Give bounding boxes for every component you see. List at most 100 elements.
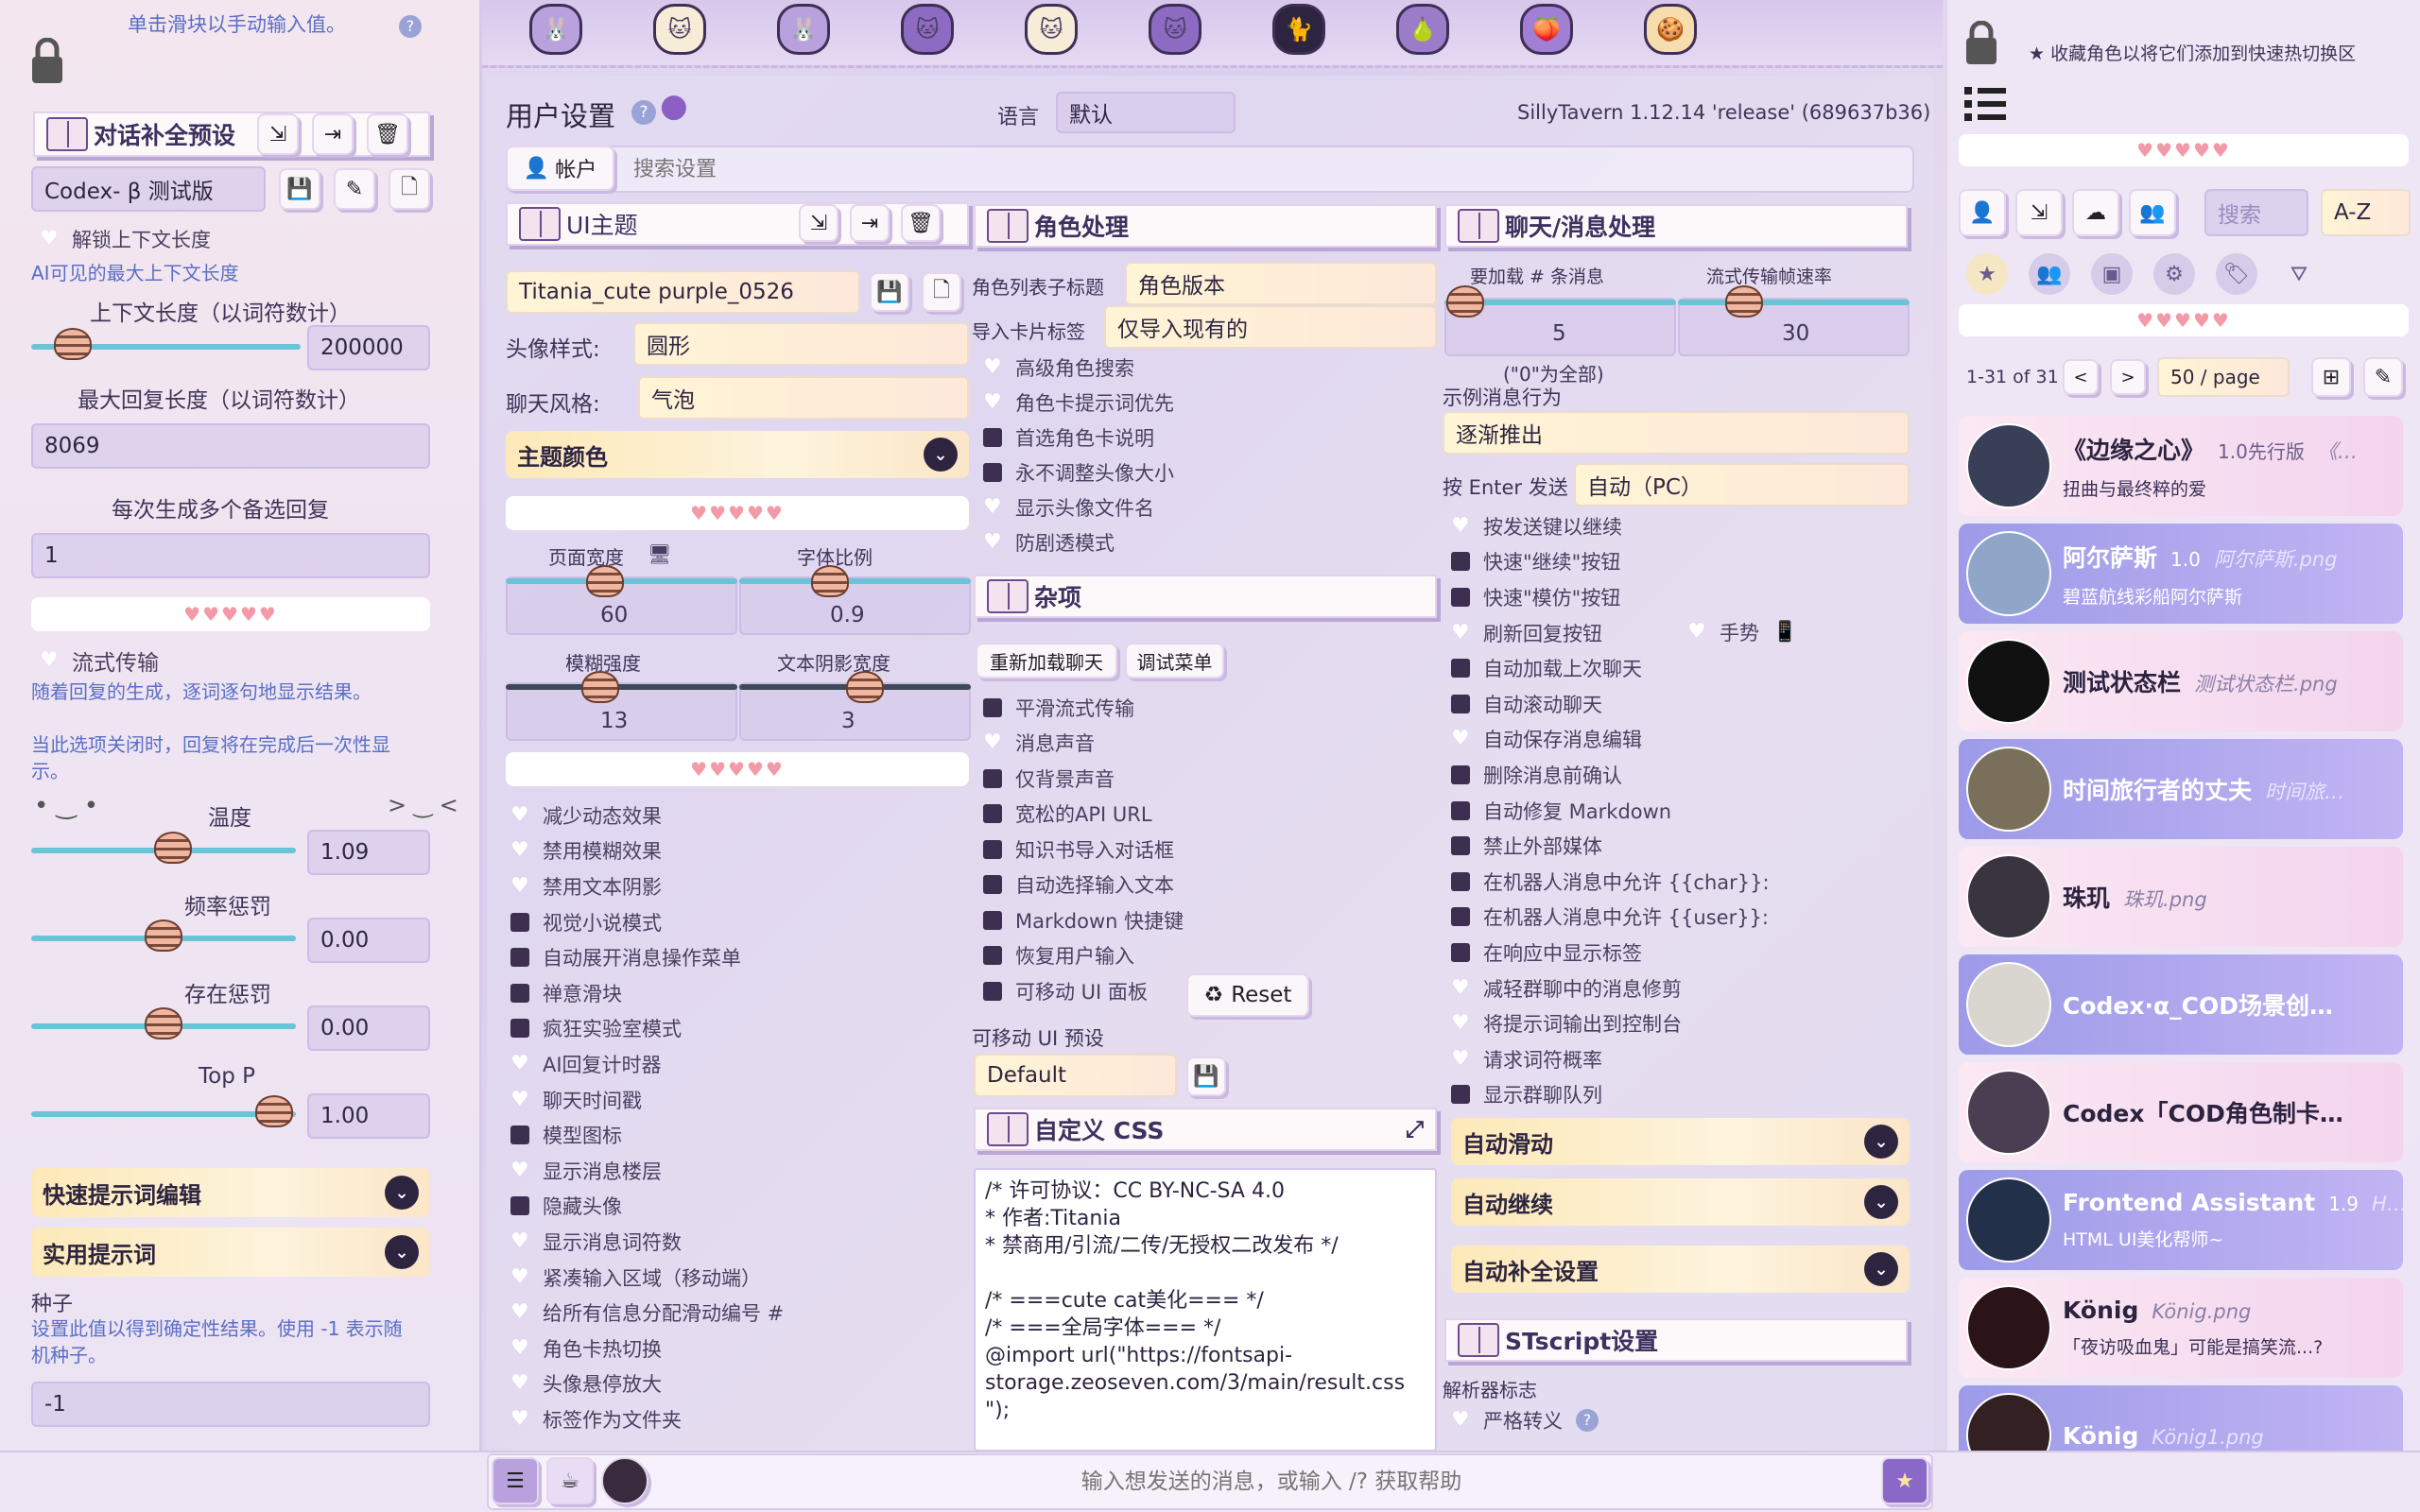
heart-checkbox[interactable]: ♥	[1451, 622, 1470, 643]
temp-knob[interactable]	[154, 832, 192, 864]
heart-checkbox[interactable]: ♥	[1451, 515, 1470, 536]
checkbox[interactable]	[983, 697, 1002, 717]
account-tab[interactable]: 👤 帐户	[506, 146, 614, 191]
multi-input[interactable]: 1	[31, 533, 430, 578]
quick-prompt-drawer[interactable]: 快速提示词编辑 ⌄	[31, 1168, 430, 1217]
option-row[interactable]: 自动加载上次聊天	[1451, 650, 1770, 686]
chevron-down-icon[interactable]: ⌄	[1864, 1125, 1898, 1159]
export-icon[interactable]: ⇥	[312, 113, 354, 155]
option-row[interactable]: 恢复用户输入	[983, 938, 1184, 974]
option-row[interactable]: ♥ 角色卡提示词优先	[983, 385, 1174, 420]
import-tags-select[interactable]: 仅导入现有的	[1104, 305, 1437, 349]
checkbox[interactable]	[983, 910, 1002, 930]
context-input[interactable]: 200000	[307, 325, 430, 370]
option-row[interactable]: 视觉小说模式	[510, 904, 784, 940]
heart-checkbox[interactable]: ♥	[510, 875, 529, 896]
checkbox[interactable]	[983, 462, 1002, 482]
option-row[interactable]: ♥ 消息声音	[983, 726, 1184, 762]
chevron-down-icon[interactable]: ⌄	[385, 1176, 419, 1210]
character-card[interactable]: 时间旅行者的丈夫 时间旅…	[1959, 739, 2403, 839]
shadow-knob[interactable]	[846, 671, 884, 703]
option-row[interactable]: 宽松的API URL	[983, 797, 1184, 833]
chevron-down-icon[interactable]: ⌄	[924, 438, 958, 472]
import-theme-icon[interactable]: ⇲	[799, 204, 838, 242]
chevron-down-icon[interactable]: ⌄	[385, 1235, 419, 1269]
import-file-icon[interactable]: ⇲	[2015, 189, 2063, 236]
option-row[interactable]: ♥ 角色卡热切换	[510, 1331, 784, 1366]
persona-icon[interactable]: 🍐	[1396, 4, 1449, 55]
auto-continue-drawer[interactable]: 自动继续 ⌄	[1451, 1178, 1910, 1226]
grid-view-icon[interactable]: ⊞	[2311, 357, 2351, 397]
api-connections-icon[interactable]: 🐱	[653, 4, 706, 55]
delete-icon[interactable]: 🗑	[367, 113, 408, 155]
chevron-down-icon[interactable]: ⌄	[1864, 1185, 1898, 1219]
option-row[interactable]: ♥ 头像悬停放大	[510, 1366, 784, 1402]
chat-input[interactable]	[662, 1460, 1881, 1503]
formatting-icon[interactable]: 🐰	[777, 4, 830, 55]
option-row[interactable]: 快速"模仿"按钮	[1451, 579, 1770, 615]
page-width-knob[interactable]	[586, 565, 624, 597]
drawer-icon[interactable]: 🍑	[1520, 4, 1573, 55]
option-row[interactable]: ♥ 自动保存消息编辑	[1451, 722, 1770, 758]
delete-theme-icon[interactable]: 🗑	[901, 204, 941, 242]
checkbox[interactable]	[510, 983, 529, 1003]
option-row[interactable]: 自动修复 Markdown	[1451, 793, 1770, 829]
heart-checkbox[interactable]: ♥	[40, 228, 59, 249]
checkbox[interactable]	[983, 981, 1002, 1001]
tags-filter-icon[interactable]: 🏷	[2216, 253, 2257, 295]
character-card[interactable]: Frontend Assistant 1.9 H… HTML UI美化帮师~	[1959, 1170, 2403, 1270]
character-card[interactable]: 阿尔萨斯 1.0 阿尔萨斯.png 碧蓝航线彩船阿尔萨斯	[1959, 524, 2403, 624]
font-scale-knob[interactable]	[811, 565, 849, 597]
enter-select[interactable]: 自动（PC）	[1574, 463, 1910, 507]
export-theme-icon[interactable]: ⇥	[850, 204, 890, 242]
heart-checkbox[interactable]: ♥	[40, 649, 59, 670]
options-menu-icon[interactable]: ☰	[492, 1457, 539, 1504]
option-row[interactable]: ♥ 显示头像文件名	[983, 490, 1174, 524]
fps-slider[interactable]	[1678, 300, 1910, 305]
option-row[interactable]: ♥ 请求词符概率	[1451, 1041, 1770, 1077]
persona-avatar[interactable]	[601, 1457, 648, 1504]
new-theme-icon[interactable]: 🗋	[922, 272, 961, 312]
create-group-icon[interactable]: 👥	[2129, 189, 2176, 236]
heart-checkbox[interactable]: ♥	[983, 732, 1002, 753]
pres-knob[interactable]	[145, 1007, 182, 1040]
checkbox[interactable]	[1451, 942, 1470, 962]
option-row[interactable]: 知识书导入对话框	[983, 832, 1184, 868]
reload-chat-button[interactable]: 重新加载聊天	[976, 643, 1117, 679]
option-row[interactable]: ♥ 高级角色搜索	[983, 350, 1174, 385]
cloud-download-icon[interactable]: ☁	[2072, 189, 2119, 236]
heart-checkbox[interactable]: ♥	[983, 496, 1002, 517]
menu-icon[interactable]	[1964, 85, 2006, 123]
option-row[interactable]: 模型图标	[510, 1117, 784, 1153]
theme-select[interactable]: Titania_cute purple_0526	[506, 270, 860, 314]
chevron-down-icon[interactable]: ⌄	[1864, 1252, 1898, 1286]
option-row[interactable]: ♥ 防剧透模式	[983, 524, 1174, 559]
heart-checkbox[interactable]: ♥	[1451, 729, 1470, 749]
heart-checkbox[interactable]: ♥	[510, 1230, 529, 1251]
character-card[interactable]: König König1.png	[1959, 1385, 2403, 1451]
heart-checkbox[interactable]: ♥	[1451, 1409, 1470, 1430]
checkbox[interactable]	[510, 1196, 529, 1216]
freq-input[interactable]: 0.00	[307, 918, 430, 963]
checkbox[interactable]	[510, 1125, 529, 1145]
blur-knob[interactable]	[581, 671, 619, 703]
heart-checkbox[interactable]: ♥	[510, 1266, 529, 1287]
send-icon[interactable]: ★	[1881, 1457, 1928, 1504]
save-icon[interactable]: 💾	[279, 168, 320, 210]
bulk-edit-icon[interactable]: ✎	[2363, 357, 2403, 397]
checkbox[interactable]	[983, 839, 1002, 859]
character-card[interactable]: König König.png 「夜访吸血鬼」可能是搞笑流...?	[1959, 1278, 2403, 1378]
option-row[interactable]: ♥ 给所有信息分配滑动编号 #	[510, 1295, 784, 1331]
autocomplete-drawer[interactable]: 自动补全设置 ⌄	[1451, 1246, 1910, 1293]
heart-checkbox[interactable]: ♥	[510, 1053, 529, 1074]
checkbox[interactable]	[1451, 871, 1470, 891]
option-row[interactable]: 禅意滑块	[510, 975, 784, 1011]
worldinfo-icon[interactable]: 🐱	[901, 4, 954, 55]
topp-knob[interactable]	[255, 1095, 293, 1127]
max-reply-input[interactable]: 8069	[31, 423, 430, 469]
help-icon[interactable]: ?	[631, 100, 656, 125]
lock-icon[interactable]	[1962, 20, 2000, 66]
option-row[interactable]: ♥ 标签作为文件夹	[510, 1401, 784, 1437]
swipe-toggle[interactable]: ♥ 手势 📱	[1687, 614, 1797, 649]
freq-knob[interactable]	[145, 919, 182, 952]
